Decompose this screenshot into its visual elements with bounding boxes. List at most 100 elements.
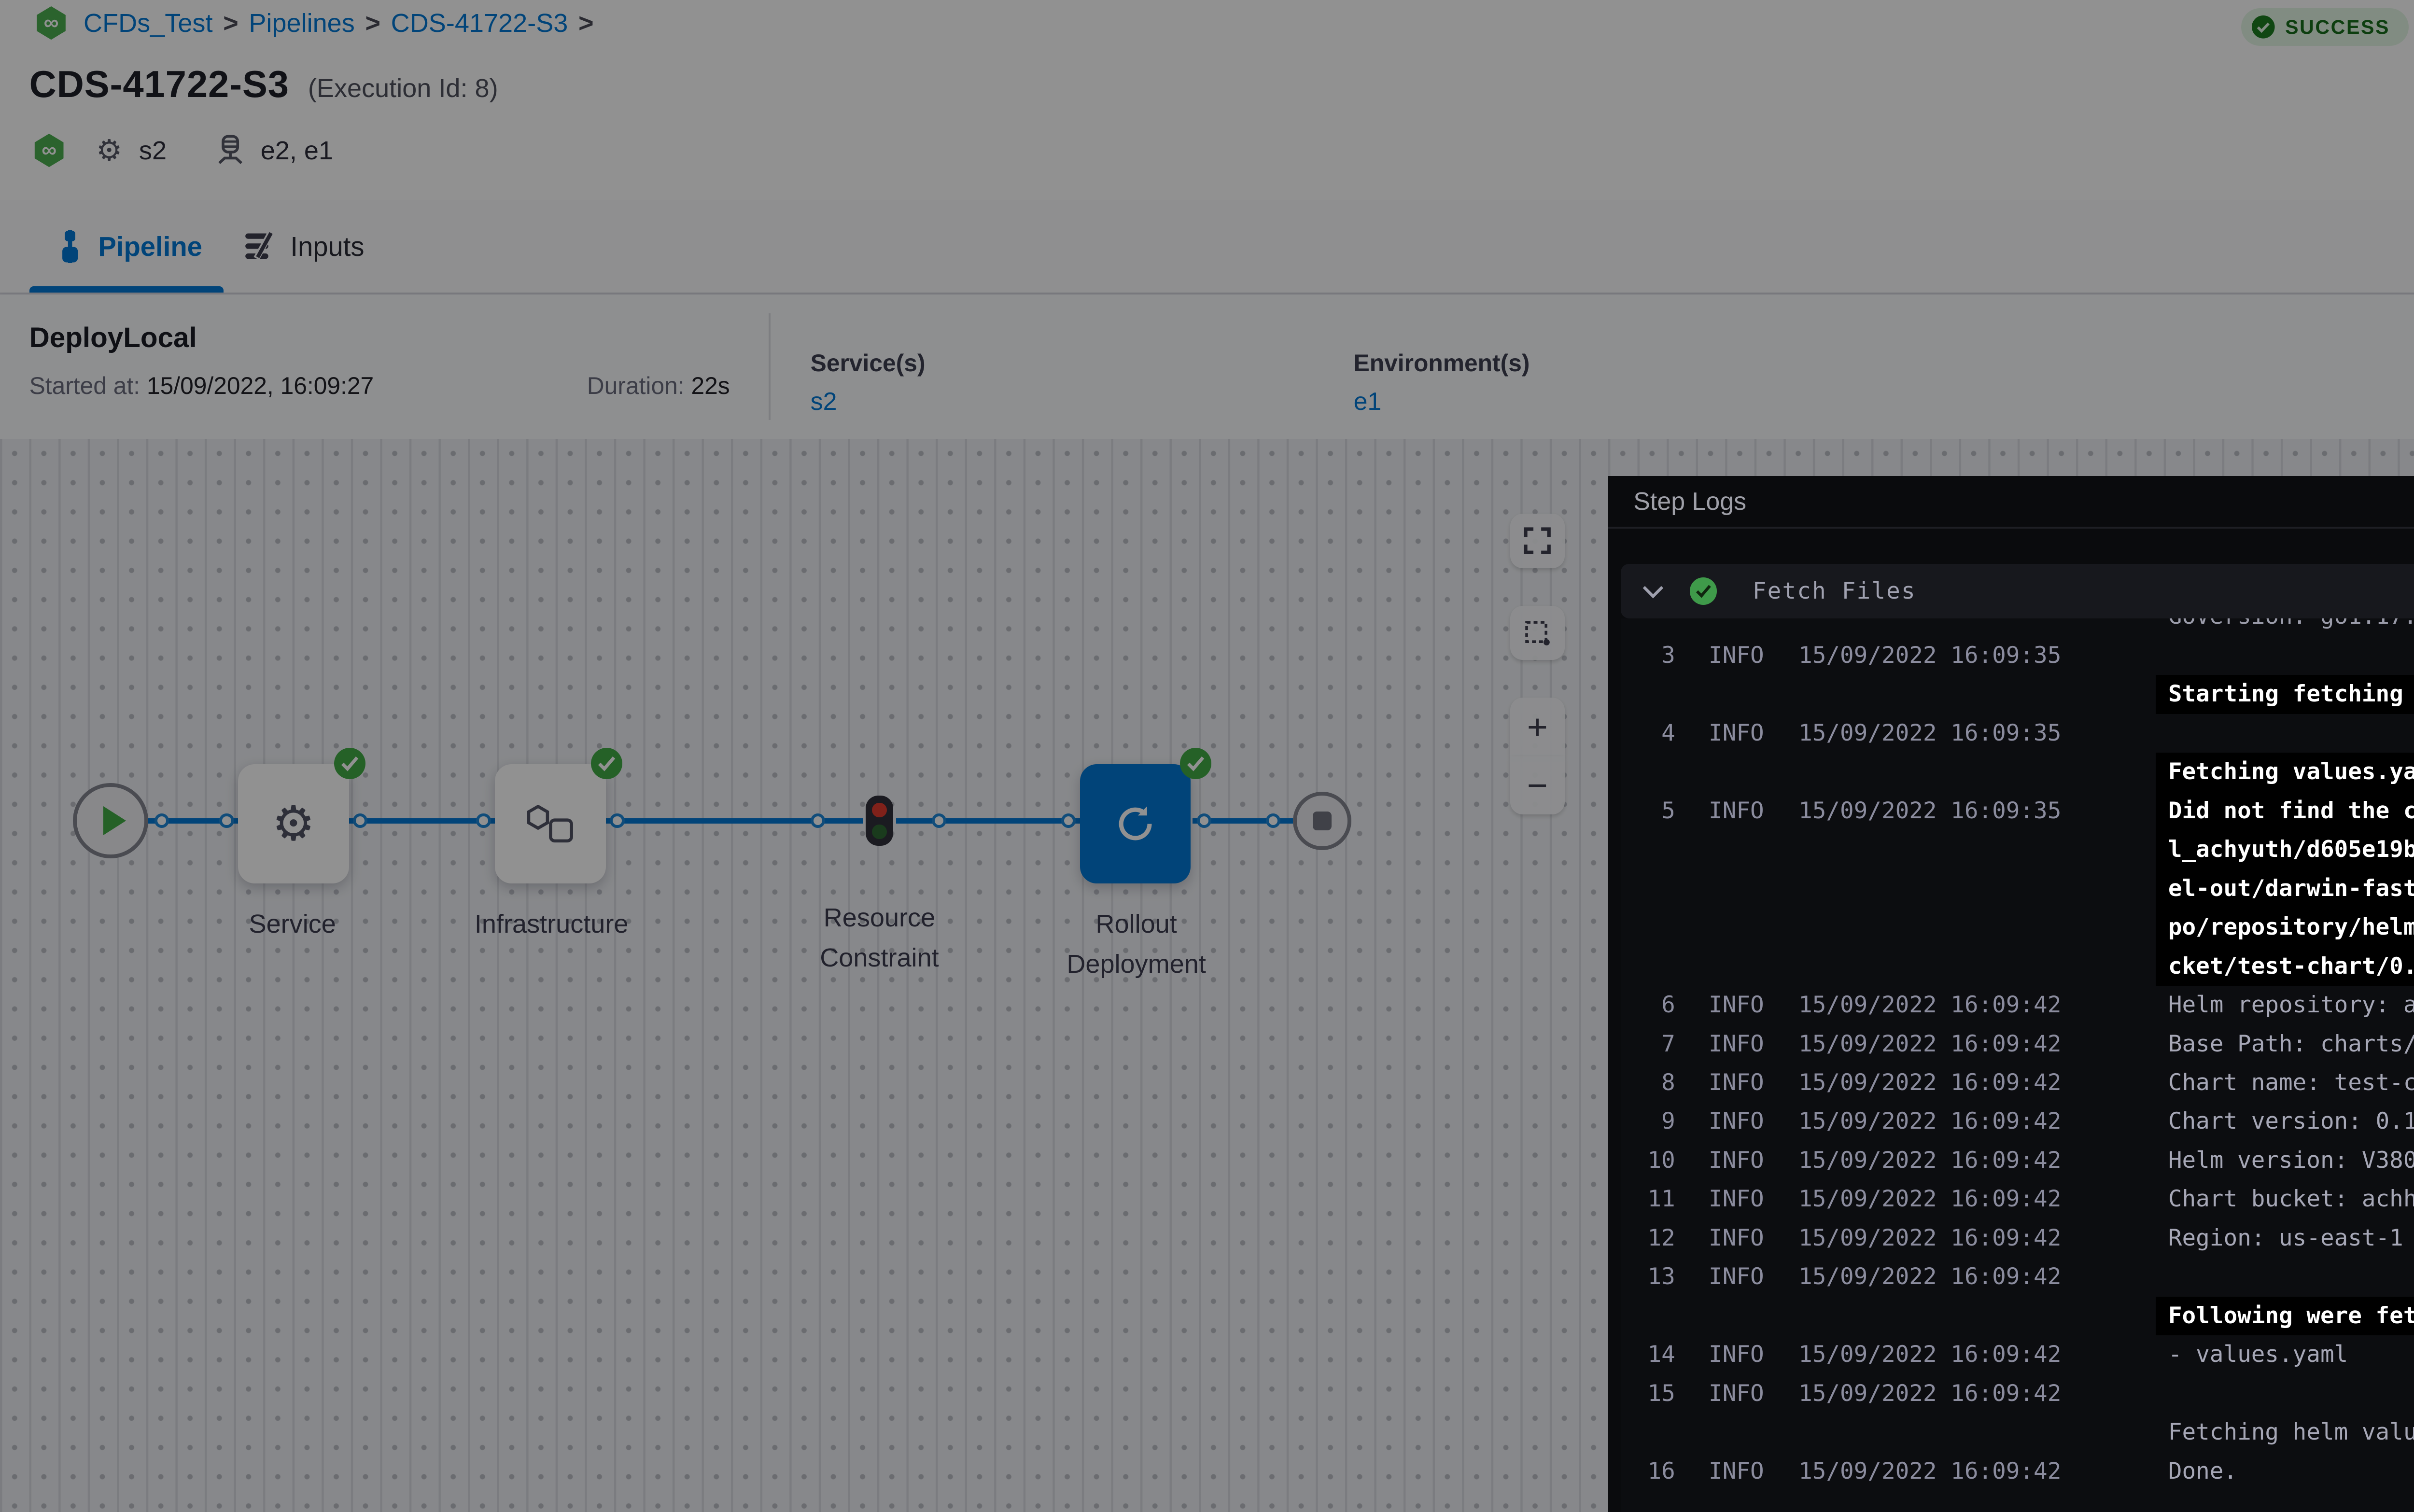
log-messages: Region: us-east-1 <box>2168 1219 2414 1258</box>
log-timestamp: 15/09/2022 16:09:42 <box>1798 1335 2061 1374</box>
log-level: INFO <box>1709 1374 1764 1413</box>
log-row: 16 INFO 15/09/2022 16:09:42 Done. <box>1621 1452 2414 1491</box>
log-line-number: 10 <box>1621 1141 1675 1180</box>
step-logs-title: Step Logs <box>1633 487 1746 516</box>
log-level: INFO <box>1709 1025 1764 1064</box>
log-row: 4 INFO 15/09/2022 16:09:35 Fetching values.… <box>1621 714 2414 792</box>
log-message-line: Following were fetched successfully : <box>2168 1297 2414 1335</box>
log-level: INFO <box>1709 986 1764 1024</box>
log-level: INFO <box>1709 714 1764 753</box>
log-line-number: 12 <box>1621 1219 1675 1258</box>
log-line-number: 8 <box>1621 1064 1675 1102</box>
log-timestamp: 15/09/2022 16:09:35 <box>1798 792 2061 830</box>
log-row: 13INFO15/09/2022 16:09:42Following were … <box>1621 1258 2414 1335</box>
log-body[interactable]: GoVersion:"go1.17.5"} 3 INFO 15/09/2022 16:… <box>1621 618 2414 1512</box>
log-messages: Helm version: V380 <box>2168 1141 2414 1180</box>
log-line-number: 16 <box>1621 1452 1675 1491</box>
log-row: 9 INFO 15/09/2022 16:09:42 Chart version: 0… <box>1621 1102 2414 1141</box>
log-row: 15 INFO 15/09/2022 16:09:42 Fetching helm v… <box>1621 1374 2414 1452</box>
step-success-icon <box>1690 577 1717 604</box>
log-timestamp: 15/09/2022 16:09:35 <box>1798 714 2061 753</box>
log-row: 6 INFO 15/09/2022 16:09:42 Helm repository:… <box>1621 986 2414 1024</box>
log-level: INFO <box>1709 636 1764 675</box>
log-level: INFO <box>1709 792 1764 830</box>
log-messages: Chart name: test-chart <box>2168 1064 2414 1102</box>
log-level: INFO <box>1709 1102 1764 1141</box>
log-messages: Starting fetching Helm values <box>2168 636 2414 714</box>
log-timestamp: 15/09/2022 16:09:42 <box>1798 1025 2061 1064</box>
spacer <box>1608 529 2414 564</box>
log-level: INFO <box>1709 1219 1764 1258</box>
log-line-number: 7 <box>1621 1025 1675 1064</box>
log-messages: Did not find the chart and version in lo… <box>2168 792 2414 986</box>
step-logs-header: Step Logs Console View <box>1608 476 2414 528</box>
log-level: INFO <box>1709 1180 1764 1218</box>
log-message-line: Helm repository: aws-qa-setup-modified <box>2168 986 2414 1024</box>
log-row: 12 INFO 15/09/2022 16:09:42 Region: us-east… <box>1621 1219 2414 1258</box>
log-line-number: 6 <box>1621 986 1675 1024</box>
step-name: Fetch Files <box>1753 578 1916 604</box>
log-message-line: Base Path: charts/ <box>2168 1025 2414 1064</box>
log-message-line: Region: us-east-1 <box>2168 1219 2414 1258</box>
log-message-line: Helm version: V380 <box>2168 1141 2414 1180</box>
log-timestamp: 15/09/2022 16:09:42 <box>1798 1258 2061 1296</box>
log-highlighted-text: Following were fetched successfully : <box>2156 1297 2414 1335</box>
log-row: 3 INFO 15/09/2022 16:09:35 Starting fetchin… <box>1621 636 2414 714</box>
log-timestamp: 15/09/2022 16:09:35 <box>1798 636 2061 675</box>
log-messages: Helm repository: aws-qa-setup-modified <box>2168 986 2414 1024</box>
log-message-line: Chart bucket: achhelmbucket <box>2168 1180 2414 1218</box>
log-timestamp: 15/09/2022 16:09:42 <box>1798 1219 2061 1258</box>
log-messages: Chart bucket: achhelmbucket <box>2168 1180 2414 1218</box>
log-line-number: 14 <box>1621 1335 1675 1374</box>
log-timestamp: 15/09/2022 16:09:42 <box>1798 1141 2061 1180</box>
log-line-number: 9 <box>1621 1102 1675 1141</box>
log-messages: Following were fetched successfully : <box>2168 1258 2414 1335</box>
log-messages: Done. <box>2168 1452 2414 1491</box>
log-line-number: 3 <box>1621 636 1675 675</box>
log-timestamp: 15/09/2022 16:09:42 <box>1798 1374 2061 1413</box>
log-timestamp: 15/09/2022 16:09:42 <box>1798 1452 2061 1491</box>
log-line-number: 13 <box>1621 1258 1675 1296</box>
log-row: 5 INFO 15/09/2022 16:09:35 Did not find the… <box>1621 792 2414 986</box>
log-timestamp: 15/09/2022 16:09:42 <box>1798 1102 2061 1141</box>
log-row: 10 INFO 15/09/2022 16:09:42 Helm version: V… <box>1621 1141 2414 1180</box>
log-row: 14 INFO 15/09/2022 16:09:42 - values.yaml <box>1621 1335 2414 1374</box>
log-message-line: Starting fetching Helm values <box>2168 675 2414 714</box>
log-highlighted-text: Fetching values.yaml from helm chart rep… <box>2156 753 2414 791</box>
log-row: 7 INFO 15/09/2022 16:09:42 Base Path: chart… <box>1621 1025 2414 1064</box>
check-icon <box>1695 584 1712 598</box>
log-timestamp: 15/09/2022 16:09:42 <box>1798 1064 2061 1102</box>
log-line-number: 11 <box>1621 1180 1675 1218</box>
log-message-line: Did not find the chart and version in lo… <box>2156 792 2414 986</box>
log-message-line <box>2168 1374 2414 1413</box>
page: ∞ CFDs_Test>Pipelines>CDS-41722-S3> SUCC… <box>0 0 2414 1512</box>
log-level: INFO <box>1709 1335 1764 1374</box>
log-messages: Chart version: 0.1.0 <box>2168 1102 2414 1141</box>
log-level: INFO <box>1709 1452 1764 1491</box>
log-line-number: 4 <box>1621 714 1675 753</box>
log-messages: Base Path: charts/ <box>2168 1025 2414 1064</box>
log-messages: - values.yaml <box>2168 1335 2414 1374</box>
log-line-number: 5 <box>1621 792 1675 830</box>
step-logs-panel: Step Logs Console View Fetch Files ↑ ↓ 9… <box>1608 476 2414 1512</box>
chevron-down-icon[interactable] <box>1643 577 1664 598</box>
log-message-line: Chart version: 0.1.0 <box>2168 1102 2414 1141</box>
log-message-line: Done. <box>2168 1452 2414 1491</box>
log-row: 11INFO15/09/2022 16:09:42Chart bucket: a… <box>1621 1180 2414 1218</box>
log-line-number: 15 <box>1621 1374 1675 1413</box>
log-clipped-line: GoVersion:"go1.17.5"} <box>2168 618 2414 636</box>
log-message-line: Fetching helm values completed successfu… <box>2168 1413 2414 1452</box>
log-message-line: - values.yaml <box>2168 1335 2414 1374</box>
log-message-line: Fetching values.yaml from helm chart rep… <box>2168 753 2414 791</box>
log-timestamp: 15/09/2022 16:09:42 <box>1798 986 2061 1024</box>
step-row-fetch-files[interactable]: Fetch Files ↑ ↓ 9s <box>1621 564 2414 618</box>
log-level: INFO <box>1709 1141 1764 1180</box>
log-messages: Fetching helm values completed successfu… <box>2168 1374 2414 1452</box>
log-message-line <box>2168 1258 2414 1296</box>
log-row: 8 INFO 15/09/2022 16:09:42 Chart name: test… <box>1621 1064 2414 1102</box>
log-messages: Fetching values.yaml from helm chart rep… <box>2168 714 2414 792</box>
log-message-line: Chart name: test-chart <box>2168 1064 2414 1102</box>
log-level: INFO <box>1709 1064 1764 1102</box>
log-highlighted-text: Starting fetching Helm values <box>2156 675 2414 714</box>
log-message-line <box>2168 714 2414 753</box>
